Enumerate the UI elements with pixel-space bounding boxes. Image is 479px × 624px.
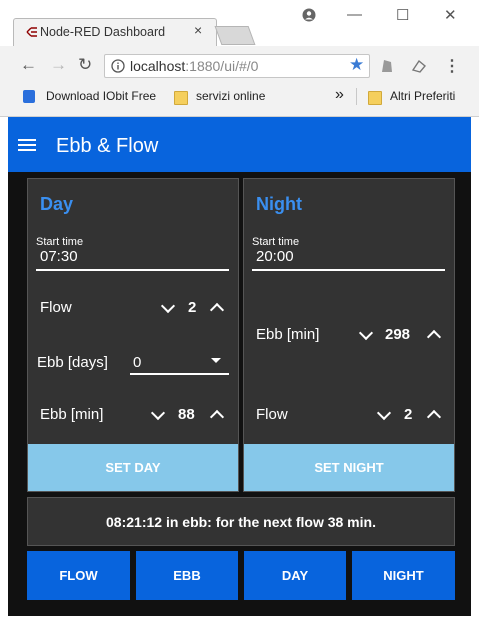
night-button[interactable]: NIGHT [352,551,455,600]
tab-title: Node-RED Dashboard [40,25,166,39]
night-start-time-label: Start time [252,236,300,248]
day-ebb-days-underline [130,373,229,375]
night-ebb-min-label: Ebb [min] [256,326,320,343]
url-path: :1880/ui/#/0 [185,58,259,74]
maximize-icon[interactable]: ☐ [396,6,409,24]
night-flow-label: Flow [256,406,288,423]
day-ebb-min-value: 88 [178,406,195,423]
bookmark-star-icon[interactable]: ★ [349,55,364,75]
minimize-icon[interactable]: — [347,6,362,23]
node-red-tab-icon [26,27,37,37]
day-flow-value: 2 [188,299,197,316]
day-button[interactable]: DAY [244,551,346,600]
day-flow-label: Flow [40,299,72,316]
set-night-button[interactable]: SET NIGHT [244,444,454,491]
night-card-title: Night [256,194,302,214]
tab-close-icon[interactable]: × [194,22,202,38]
bookmark-overflow-icon[interactable]: » [335,86,344,104]
close-window-icon[interactable]: ✕ [444,6,457,24]
url-text[interactable]: localhost:1880/ui/#/0 [130,58,258,74]
day-start-time-input[interactable]: 07:30 [40,248,78,265]
url-host: localhost [130,58,186,74]
flow-button[interactable]: FLOW [27,551,130,600]
night-flow-value: 2 [404,406,413,423]
bookmark-divider [356,88,357,105]
day-ebb-min-label: Ebb [min] [40,406,104,423]
profile-icon[interactable] [302,8,316,22]
reload-icon[interactable]: ↻ [78,55,92,75]
day-start-time-underline [36,269,229,271]
folder-icon [174,91,188,105]
dropdown-caret-icon[interactable] [211,358,221,363]
page-title: Ebb & Flow [56,135,159,157]
bookmark-servizi-online[interactable]: servizi online [196,89,265,103]
iobit-favicon-icon [23,90,35,103]
browser-menu-icon[interactable]: ⋮ [444,56,460,76]
day-ebb-days-label: Ebb [days] [37,354,108,371]
day-ebb-days-select[interactable]: 0 [133,354,141,371]
ebb-button[interactable]: EBB [136,551,238,600]
new-tab-button[interactable] [214,26,256,45]
extension-icon[interactable] [380,58,394,74]
night-ebb-min-value: 298 [385,326,411,343]
folder-icon [368,91,382,105]
night-start-time-underline [252,269,445,271]
day-start-time-label: Start time [36,236,84,248]
set-day-button[interactable]: SET DAY [28,444,238,491]
extension-2-icon[interactable] [411,58,427,74]
night-start-time-input[interactable]: 20:00 [256,248,294,265]
status-text: 08:21:12 in ebb: for the next flow 38 mi… [27,497,455,546]
hamburger-menu-icon[interactable] [18,139,36,141]
back-icon[interactable]: ← [20,55,37,75]
forward-icon[interactable]: → [50,55,67,75]
day-card-title: Day [40,194,74,214]
info-icon[interactable] [111,59,125,73]
bookmark-altri-preferiti[interactable]: Altri Preferiti [390,89,455,103]
bookmark-iobit[interactable]: Download IObit Free [46,89,158,103]
